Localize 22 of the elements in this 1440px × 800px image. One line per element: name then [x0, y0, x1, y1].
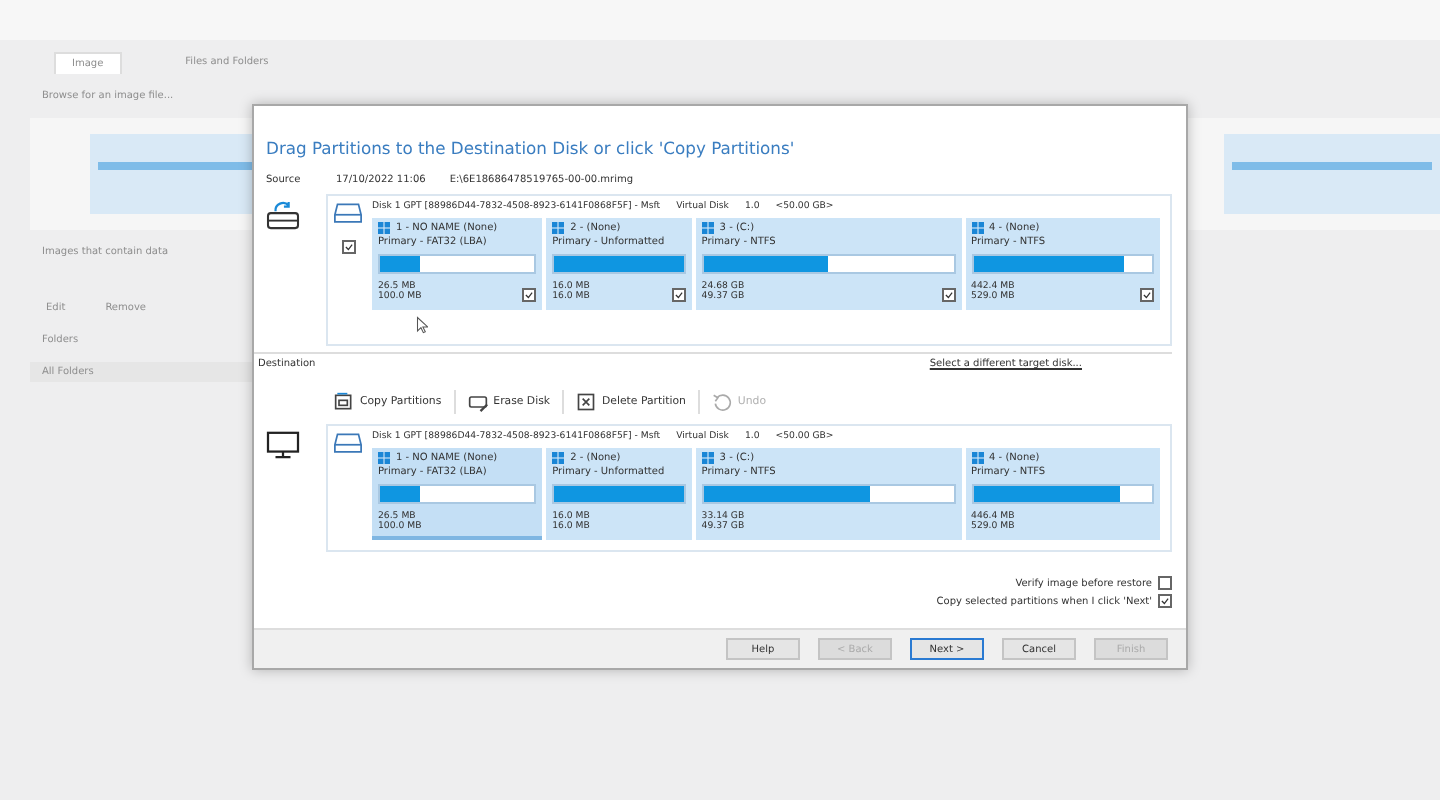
partition-checkbox[interactable]	[671, 288, 686, 302]
windows-icon	[552, 222, 565, 234]
disk-checkbox[interactable]	[341, 240, 355, 254]
windows-icon	[701, 222, 714, 234]
windows-icon	[378, 222, 390, 234]
monitor-icon	[266, 430, 300, 460]
copy-partitions-icon	[334, 392, 354, 412]
windows-icon	[378, 452, 390, 464]
partition-checkbox[interactable]	[522, 288, 537, 302]
windows-icon	[701, 452, 714, 464]
windows-icon	[971, 222, 984, 234]
mouse-pointer-icon	[416, 316, 428, 334]
windows-icon	[971, 452, 984, 464]
option-checkbox[interactable]	[1158, 576, 1172, 590]
delete-partition-icon	[576, 392, 597, 412]
windows-icon	[552, 452, 565, 464]
dialog-title: Drag Partitions to the Destination Disk or click 'Copy Partitions'	[264, 136, 797, 162]
undo-icon	[711, 392, 732, 412]
drive-sync-icon	[266, 200, 300, 230]
partition-checkbox[interactable]	[1140, 288, 1154, 302]
option-checkbox[interactable]	[1158, 594, 1172, 608]
partition-checkbox[interactable]	[941, 288, 956, 302]
